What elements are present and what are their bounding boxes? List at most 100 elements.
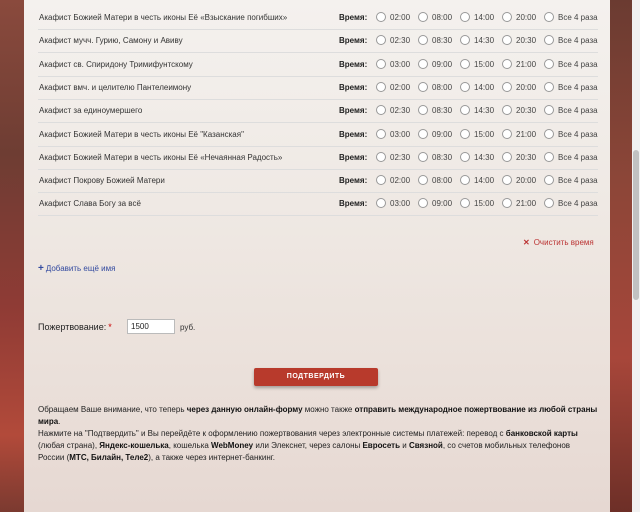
time-option-label: 02:30 — [390, 106, 411, 116]
time-label: Время: — [339, 176, 368, 186]
time-option-label: 02:00 — [390, 176, 411, 186]
akathist-name: Акафист вмч. и целителю Пантелеимону — [39, 82, 192, 92]
radio-button[interactable] — [502, 175, 512, 186]
time-option-label: 03:00 — [390, 129, 411, 139]
radio-button[interactable] — [544, 151, 554, 162]
radio-button[interactable] — [502, 12, 512, 22]
time-label: Время: — [339, 152, 368, 162]
akathist-name: Акафист Божией Матери в честь иконы Её «… — [39, 152, 283, 162]
radio-button[interactable] — [544, 198, 554, 209]
time-option-label: Все 4 раза — [558, 152, 598, 162]
radio-button[interactable] — [502, 58, 512, 69]
radio-button[interactable] — [376, 128, 386, 139]
akathist-row: Акафист Слава Богу за всё Время: 03:00 09:0… — [38, 192, 598, 217]
akathist-row: Акафист Божией Матери в честь иконы Её "… — [38, 123, 598, 147]
time-option-label: 15:00 — [474, 129, 495, 139]
radio-button[interactable] — [376, 12, 386, 22]
radio-button[interactable] — [376, 58, 386, 69]
scrollbar-thumb[interactable] — [633, 150, 639, 300]
radio-button[interactable] — [418, 58, 428, 69]
time-option-label: 21:00 — [516, 129, 537, 139]
akathist-row: Акафист за единоумершего Время: 02:30 08:30… — [38, 99, 598, 124]
radio-button[interactable] — [376, 151, 386, 162]
time-option-label: 20:00 — [516, 176, 537, 186]
radio-button[interactable] — [418, 198, 428, 209]
time-option-label: 09:00 — [432, 129, 453, 139]
time-option-label: 20:00 — [516, 13, 537, 22]
time-option-label: 09:00 — [432, 59, 453, 69]
time-option-label: 20:30 — [516, 152, 537, 162]
time-label: Время: — [339, 59, 368, 69]
time-option-label: 02:30 — [390, 36, 411, 46]
time-option-label: 02:30 — [390, 152, 411, 162]
clear-time-link[interactable]: ✕ Очистить время — [523, 238, 594, 247]
radio-button[interactable] — [418, 105, 428, 116]
time-label: Время: — [339, 199, 368, 209]
radio-button[interactable] — [376, 81, 386, 92]
radio-button[interactable] — [544, 128, 554, 139]
radio-button[interactable] — [460, 105, 470, 116]
confirm-button[interactable]: ПОДТВЕРДИТЬ — [254, 368, 378, 386]
radio-button[interactable] — [544, 58, 554, 69]
radio-button[interactable] — [502, 81, 512, 92]
plus-icon: + — [38, 263, 44, 274]
time-option-label: 14:30 — [474, 106, 495, 116]
radio-button[interactable] — [418, 12, 428, 22]
radio-button[interactable] — [460, 35, 470, 46]
akathist-row: Акафист св. Спиридону Тримифунтскому Врем… — [38, 53, 598, 77]
radio-button[interactable] — [418, 128, 428, 139]
radio-button[interactable] — [418, 151, 428, 162]
donation-label: Пожертвование: * — [38, 322, 112, 332]
time-option-label: 03:00 — [390, 199, 411, 209]
akathist-name: Акафист Божией Матери в честь иконы Её «… — [39, 13, 288, 22]
time-option-label: 08:00 — [432, 82, 453, 92]
radio-button[interactable] — [544, 35, 554, 46]
radio-button[interactable] — [502, 105, 512, 116]
time-option-label: 21:00 — [516, 59, 537, 69]
radio-button[interactable] — [460, 58, 470, 69]
radio-button[interactable] — [376, 35, 386, 46]
radio-button[interactable] — [376, 175, 386, 186]
radio-button[interactable] — [418, 35, 428, 46]
radio-button[interactable] — [502, 151, 512, 162]
time-option-label: 14:30 — [474, 36, 495, 46]
radio-button[interactable] — [460, 128, 470, 139]
currency-label: руб. — [180, 323, 196, 332]
radio-button[interactable] — [544, 105, 554, 116]
radio-button[interactable] — [502, 198, 512, 209]
radio-button[interactable] — [418, 81, 428, 92]
time-option-label: Все 4 раза — [558, 129, 598, 139]
time-option-label: 09:00 — [432, 199, 453, 209]
time-label: Время: — [339, 13, 368, 22]
radio-button[interactable] — [418, 175, 428, 186]
akathist-name: Акафист мучч. Гурию, Самону и Авиву — [39, 36, 183, 46]
radio-button[interactable] — [544, 81, 554, 92]
radio-button[interactable] — [460, 151, 470, 162]
radio-button[interactable] — [502, 35, 512, 46]
background-photo-left — [0, 0, 24, 512]
donation-amount-input[interactable] — [127, 319, 175, 334]
notice-text: Обращаем Ваше внимание, что теперь через… — [38, 405, 598, 462]
radio-button[interactable] — [544, 12, 554, 22]
add-name-link[interactable]: + Добавить ещё имя — [38, 263, 115, 274]
time-label: Время: — [339, 36, 368, 46]
time-option-label: Все 4 раза — [558, 59, 598, 69]
radio-button[interactable] — [460, 198, 470, 209]
radio-button[interactable] — [376, 105, 386, 116]
background-photo-right — [610, 0, 632, 512]
time-option-label: Все 4 раза — [558, 82, 598, 92]
time-option-label: 14:30 — [474, 152, 495, 162]
radio-button[interactable] — [460, 81, 470, 92]
radio-button[interactable] — [544, 175, 554, 186]
akathist-row: Акафист вмч. и целителю Пантелеимону Врем… — [38, 76, 598, 100]
radio-button[interactable] — [460, 12, 470, 22]
radio-button[interactable] — [376, 198, 386, 209]
time-label: Время: — [339, 82, 368, 92]
akathist-row: Акафист Божией Матери в честь иконы Её «… — [38, 6, 598, 30]
time-option-label: Все 4 раза — [558, 13, 598, 22]
time-option-label: 15:00 — [474, 199, 495, 209]
radio-button[interactable] — [460, 175, 470, 186]
akathist-name: Акафист Слава Богу за всё — [39, 199, 141, 209]
radio-button[interactable] — [502, 128, 512, 139]
time-option-label: 02:00 — [390, 82, 411, 92]
